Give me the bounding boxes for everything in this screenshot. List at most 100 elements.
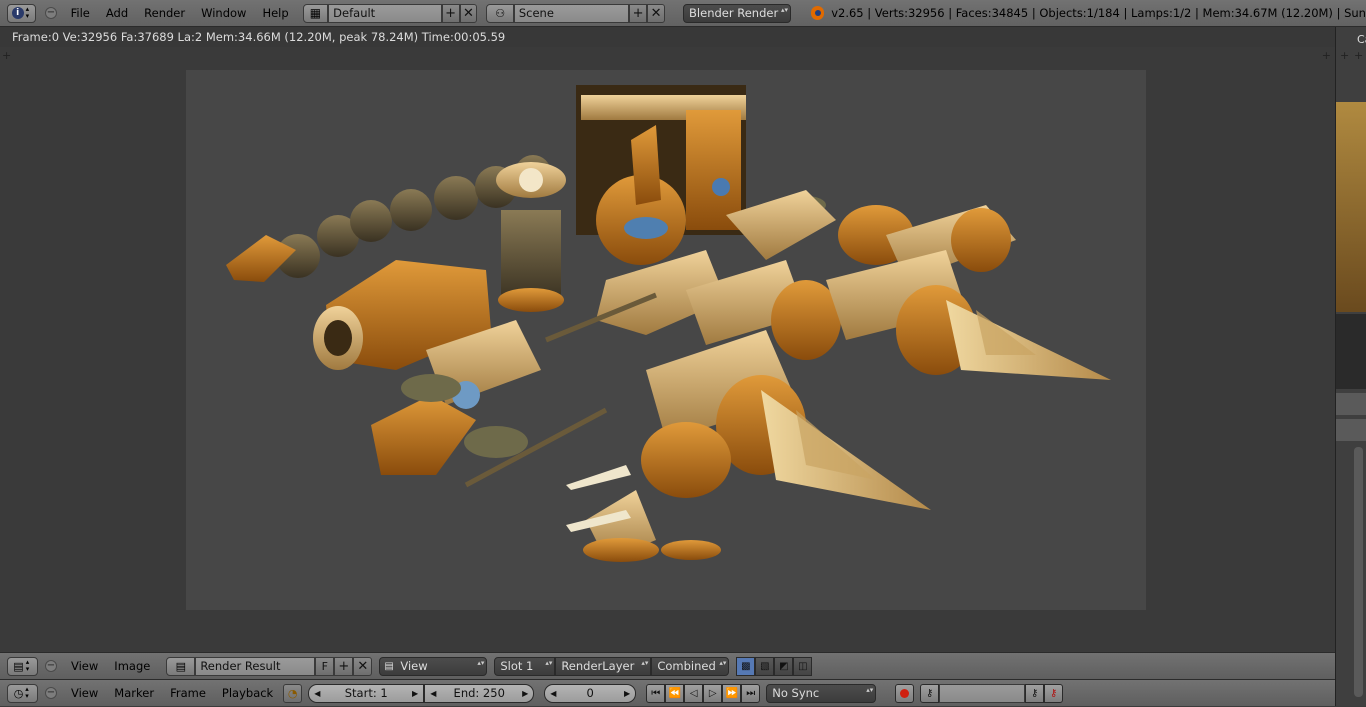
corner-plus-icon[interactable]: + <box>1322 49 1331 62</box>
blender-logo-icon <box>811 6 825 20</box>
render-pass-dropdown[interactable]: Combined <box>651 656 730 676</box>
fake-user-button[interactable]: F <box>315 656 335 676</box>
editor-type-button[interactable]: ▤ ▴▾ <box>7 656 38 676</box>
add-layout-button[interactable]: + <box>441 3 460 23</box>
auto-keyframe-button[interactable] <box>895 683 915 703</box>
insert-keyframe-button[interactable]: ⚷ <box>1025 683 1045 703</box>
menu-add[interactable]: Add <box>98 0 136 27</box>
start-frame-field[interactable]: ◀ Start: 1 ▶ <box>308 683 425 703</box>
menu-help[interactable]: Help <box>254 0 296 27</box>
draw-color-button[interactable]: ▧ <box>755 656 775 676</box>
panel-header <box>1336 419 1366 441</box>
scene-selector[interactable]: ⚇ <box>486 3 514 23</box>
new-image-button[interactable]: + <box>334 656 354 676</box>
decrement-icon: ◀ <box>430 688 437 698</box>
jump-start-button[interactable]: ⏮ <box>646 683 666 703</box>
menu-render[interactable]: Render <box>136 0 193 27</box>
rendered-robot-image <box>226 85 1111 562</box>
scene-statistics: v2.65 | Verts:32956 | Faces:34845 | Obje… <box>831 6 1366 20</box>
keying-set-field[interactable] <box>939 683 1026 703</box>
menu-marker[interactable]: Marker <box>106 680 162 707</box>
collapse-menu-button[interactable]: − <box>45 660 57 672</box>
editor-type-button[interactable]: i ▴▾ <box>7 3 37 23</box>
panel-scrollbar[interactable] <box>1354 447 1363 697</box>
chevron-updown-icon: ▴▾ <box>25 658 30 673</box>
start-frame-label: Start: 1 <box>344 686 388 700</box>
render-status-line: Frame:0 Ve:32956 Fa:37689 La:2 Mem:34.66… <box>0 27 1335 47</box>
image-editor-header: ▤ ▴▾ − View Image ▤ Render Result F + ✕ … <box>0 652 1335 679</box>
screen-layout-selector[interactable]: ▦ <box>302 3 329 23</box>
image-name-field[interactable]: Render Result <box>195 656 316 676</box>
play-button[interactable]: ▷ <box>703 683 723 703</box>
decrement-icon: ◀ <box>550 688 557 698</box>
collapse-menu-button[interactable]: − <box>45 7 57 19</box>
slot-dropdown[interactable]: Slot 1 <box>494 656 556 676</box>
jump-end-icon: ⏭ <box>746 687 756 699</box>
delete-scene-button[interactable]: ✕ <box>647 3 666 23</box>
render-layer-dropdown[interactable]: RenderLayer <box>555 656 652 676</box>
play-reverse-icon: ◁ <box>689 687 698 699</box>
view-mode-label: View <box>400 658 428 673</box>
scene-field[interactable]: Scene <box>513 3 630 23</box>
menu-view[interactable]: View <box>63 680 106 707</box>
screen-layout-field[interactable]: Default <box>328 3 442 23</box>
preview-range-button[interactable]: ◔ <box>283 683 303 703</box>
draw-alpha-button[interactable]: ▩ <box>736 656 756 676</box>
right-side-panel: Ca + + <box>1335 27 1366 706</box>
info-icon: i <box>11 7 24 19</box>
increment-icon: ▶ <box>522 688 529 698</box>
image-editor-icon: ▤ <box>13 659 24 673</box>
corner-plus-icon[interactable]: + <box>2 49 11 62</box>
prev-keyframe-button[interactable]: ⏪ <box>665 683 685 703</box>
increment-icon: ▶ <box>412 688 419 698</box>
keying-set-button[interactable]: ⚷ <box>920 683 940 703</box>
add-scene-button[interactable]: + <box>629 3 648 23</box>
thumbnail-preview <box>1336 314 1366 389</box>
menu-file[interactable]: File <box>63 0 98 27</box>
draw-zbuffer-button[interactable]: ◩ <box>774 656 794 676</box>
collapse-menu-button[interactable]: − <box>45 687 57 699</box>
end-frame-field[interactable]: ◀ End: 250 ▶ <box>424 683 535 703</box>
render-result-image <box>186 70 1146 610</box>
close-icon: ✕ <box>650 5 662 21</box>
next-keyframe-icon: ⏩ <box>725 687 738 699</box>
render-engine-dropdown[interactable]: Blender Render <box>683 3 792 23</box>
corner-plus-icon[interactable]: + <box>1340 49 1349 62</box>
play-reverse-button[interactable]: ◁ <box>684 683 704 703</box>
checker-icon: ▩ <box>741 660 751 672</box>
delete-keyframe-button[interactable]: ⚷ <box>1044 683 1064 703</box>
next-keyframe-button[interactable]: ⏩ <box>722 683 742 703</box>
jump-end-button[interactable]: ⏭ <box>741 683 761 703</box>
chevron-updown-icon: ▴▾ <box>25 685 29 700</box>
color-icon: ▧ <box>760 660 770 672</box>
close-icon: ✕ <box>463 5 474 21</box>
menu-view[interactable]: View <box>63 653 106 680</box>
panel-header <box>1336 393 1366 415</box>
close-icon: ✕ <box>357 658 369 674</box>
menu-window[interactable]: Window <box>193 0 254 27</box>
editor-type-button[interactable]: ◷ ▴▾ <box>7 683 38 703</box>
sync-mode-dropdown[interactable]: No Sync <box>766 683 877 703</box>
menu-frame[interactable]: Frame <box>162 680 214 707</box>
view-mode-dropdown[interactable]: ▤ View <box>379 656 488 676</box>
scene-icon: ⚇ <box>495 6 506 20</box>
menu-image[interactable]: Image <box>106 653 158 680</box>
image-icon: ▤ <box>175 659 187 673</box>
image-editor-viewport[interactable]: + + <box>0 47 1335 651</box>
menu-playback[interactable]: Playback <box>214 680 281 707</box>
image-browse-button[interactable]: ▤ <box>166 656 196 676</box>
key-delete-icon: ⚷ <box>1050 687 1058 699</box>
properties-tab-label: Ca <box>1357 33 1366 46</box>
thumbnail-preview <box>1336 102 1366 312</box>
corner-plus-icon[interactable]: + <box>1354 49 1363 62</box>
unlink-image-button[interactable]: ✕ <box>353 656 373 676</box>
draw-alpha-only-button[interactable]: ◫ <box>793 656 813 676</box>
alpha-icon: ◫ <box>798 660 808 672</box>
current-frame-field[interactable]: ◀ 0 ▶ <box>544 683 637 703</box>
key-insert-icon: ⚷ <box>1031 687 1039 699</box>
key-icon: ⚷ <box>926 687 934 699</box>
view-mode-icon: ▤ <box>384 660 394 672</box>
end-frame-label: End: 250 <box>453 686 505 700</box>
delete-layout-button[interactable]: ✕ <box>459 3 478 23</box>
plus-icon: + <box>632 5 644 21</box>
